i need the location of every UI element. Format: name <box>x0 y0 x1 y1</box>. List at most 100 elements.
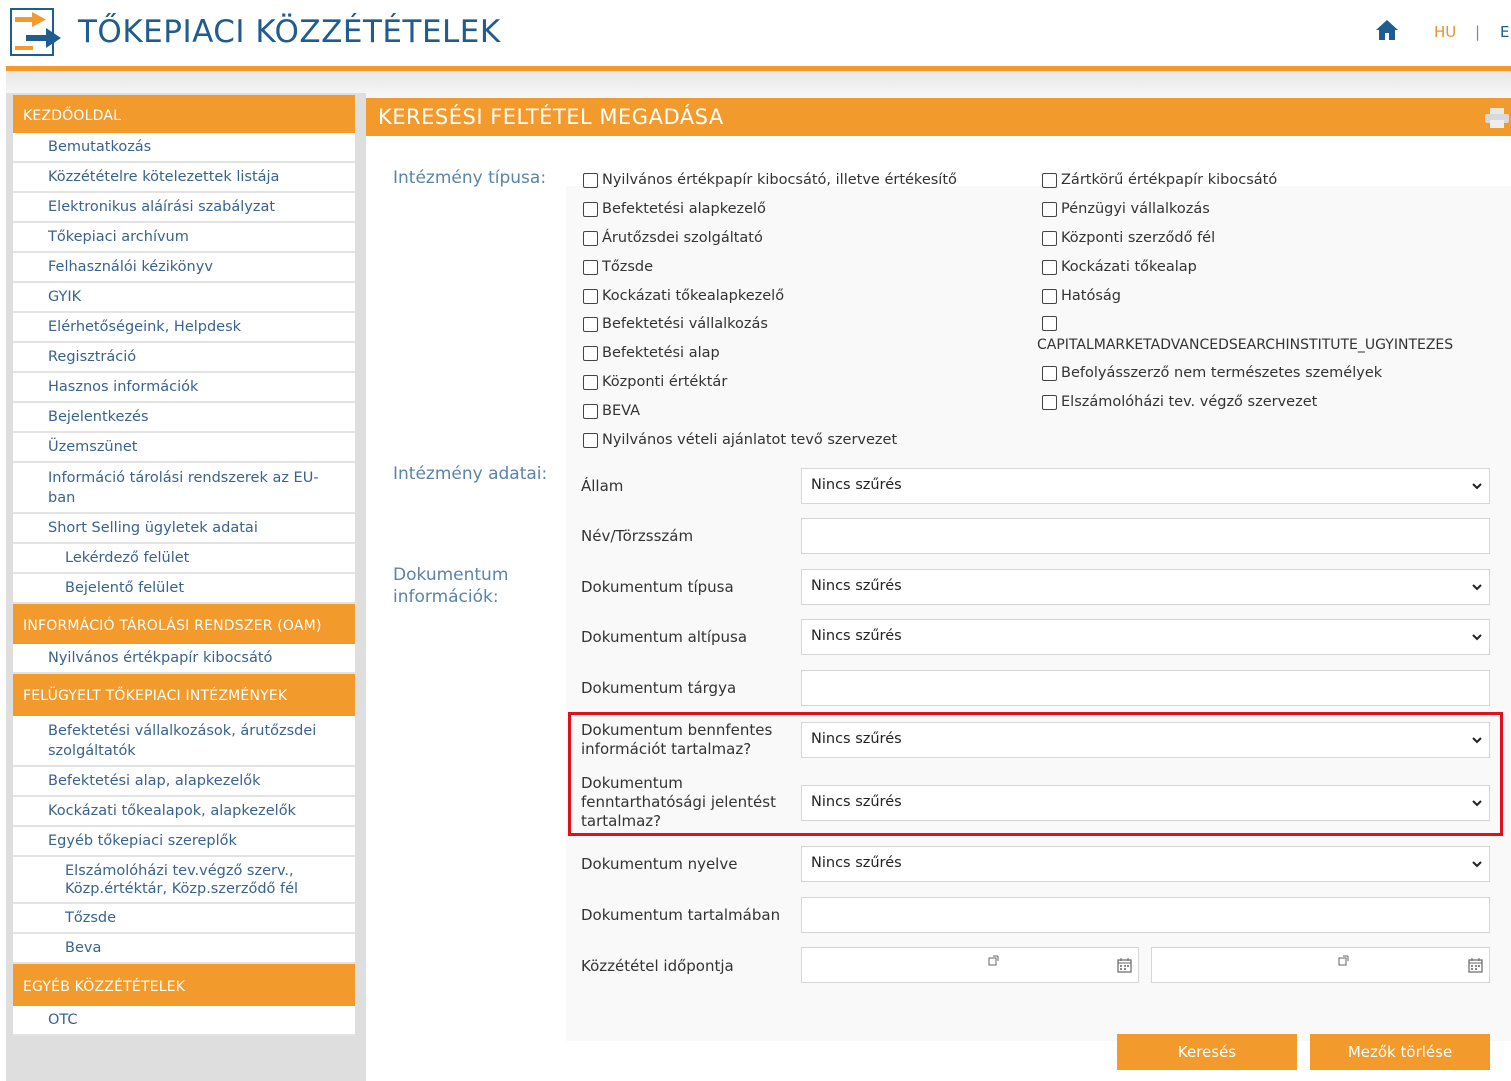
chevron-down-icon <box>1472 861 1482 868</box>
sidebar-item-gyik[interactable]: GYIK <box>13 283 355 313</box>
checkbox-row[interactable]: Zártkörű értékpapír kibocsátó <box>1042 172 1277 188</box>
printer-icon[interactable] <box>1484 107 1510 129</box>
dokumentum-targya-input[interactable] <box>801 670 1490 706</box>
field-label-tartalom: Dokumentum tartalmában <box>581 906 781 924</box>
checkbox[interactable] <box>1042 394 1057 410</box>
field-label-dok-altipus: Dokumentum altípusa <box>581 628 748 646</box>
sidebar-item-tozsde[interactable]: Tőzsde <box>13 904 355 934</box>
sidebar-section-egyeb[interactable]: EGYÉB KÖZZÉTÉTELEK <box>13 964 355 1006</box>
sidebar-item-eu-rendszerek[interactable]: Információ tárolási rendszerek az EU-ban <box>13 463 355 514</box>
chevron-down-icon <box>1472 584 1482 591</box>
checkbox-row[interactable]: Befolyásszerző nem természetes személyek <box>1042 365 1382 381</box>
checkbox[interactable] <box>1042 201 1057 217</box>
nev-torzsszam-input[interactable] <box>801 518 1490 554</box>
checkbox-row[interactable]: Hatóság <box>1042 288 1121 304</box>
sidebar-item-kotelezettek[interactable]: Közzétételre kötelezettek listája <box>13 163 355 193</box>
home-icon[interactable] <box>1375 18 1399 42</box>
checkbox-label: CAPITALMARKETADVANCEDSEARCHINSTITUTE_UGY… <box>1037 337 1454 353</box>
checkbox[interactable] <box>583 288 598 304</box>
language-en-link[interactable]: E <box>1500 23 1509 41</box>
checkbox-row[interactable]: Árutőzsdei szolgáltató <box>583 230 763 246</box>
allam-select[interactable]: Nincs szűrés <box>801 468 1490 504</box>
checkbox-row[interactable]: Nyilvános értékpapír kibocsátó, illetve … <box>583 172 957 188</box>
sidebar-item-uzemszunet[interactable]: Üzemszünet <box>13 433 355 463</box>
checkbox-row[interactable]: Központi szerződő fél <box>1042 230 1215 246</box>
sidebar-item-helpdesk[interactable]: Elérhetőségeink, Helpdesk <box>13 313 355 343</box>
sidebar-section-felugyelt[interactable]: FELÜGYELT TŐKEPIACI INTÉZMÉNYEK <box>13 674 355 716</box>
checkbox-row[interactable]: Pénzügyi vállalkozás <box>1042 201 1210 217</box>
sidebar-item-kezikonyv[interactable]: Felhasználói kézikönyv <box>13 253 355 283</box>
checkbox[interactable] <box>1042 259 1057 275</box>
checkbox-row[interactable]: Nyilvános vételi ajánlatot tevő szerveze… <box>583 432 897 448</box>
checkbox[interactable] <box>583 403 598 419</box>
checkbox-row[interactable]: BEVA <box>583 403 640 419</box>
language-hu-link[interactable]: HU <box>1434 23 1456 41</box>
checkbox[interactable] <box>1042 288 1057 304</box>
checkbox-label: Kockázati tőkealapkezelő <box>602 288 785 304</box>
field-label-nev: Név/Törzsszám <box>581 527 694 545</box>
checkbox-row[interactable]: Tőzsde <box>583 259 653 275</box>
sidebar-item-bejelentkezes[interactable]: Bejelentkezés <box>13 403 355 433</box>
field-label-idopont: Közzététel időpontja <box>581 957 734 975</box>
sidebar-item-egyeb-szereplok[interactable]: Egyéb tőkepiaci szereplők <box>13 827 355 857</box>
checkbox[interactable] <box>1042 172 1057 188</box>
field-label-dok-tipus: Dokumentum típusa <box>581 578 734 596</box>
checkbox-row[interactable]: Kockázati tőkealap <box>1042 259 1197 275</box>
date-from-input[interactable] <box>801 947 1139 983</box>
checkbox-row[interactable]: Kockázati tőkealapkezelő <box>583 288 784 304</box>
search-button[interactable]: Keresés <box>1117 1034 1297 1070</box>
checkbox[interactable] <box>583 432 598 448</box>
sidebar-item-short-selling[interactable]: Short Selling ügyletek adatai <box>13 514 355 544</box>
clear-date-icon[interactable] <box>1338 955 1349 966</box>
sidebar-item-archivum[interactable]: Tőkepiaci archívum <box>13 223 355 253</box>
select-value: Nincs szűrés <box>811 578 902 594</box>
sidebar-item-hasznos-informaciok[interactable]: Hasznos információk <box>13 373 355 403</box>
dokumentum-tartalmaban-input[interactable] <box>801 897 1490 933</box>
sidebar-item-bemutatkozas[interactable]: Bemutatkozás <box>13 133 355 163</box>
sidebar-item-lekerdezo-felulet[interactable]: Lekérdező felület <box>13 544 355 574</box>
field-label-nyelv: Dokumentum nyelve <box>581 855 738 873</box>
calendar-icon[interactable] <box>1117 958 1132 973</box>
sidebar-item-befektetesi-alap[interactable]: Befektetési alap, alapkezelők <box>13 767 355 797</box>
checkbox[interactable] <box>583 316 598 332</box>
checkbox[interactable] <box>1042 316 1057 331</box>
dokumentum-tipusa-select[interactable]: Nincs szűrés <box>801 569 1490 605</box>
sidebar-item-elszamolohazi[interactable]: Elszámolóházi tev.végző szerv., Közp.ért… <box>13 857 355 904</box>
checkbox-row[interactable]: Befektetési alap <box>583 345 720 361</box>
checkbox-row[interactable]: Központi értéktár <box>583 374 727 390</box>
sidebar-section-kezdooldal[interactable]: KEZDŐOLDAL <box>13 95 355 133</box>
checkbox[interactable] <box>583 345 598 361</box>
sidebar-menu: KEZDŐOLDAL Bemutatkozás Közzétételre köt… <box>13 95 355 1036</box>
checkbox-row[interactable]: Befektetési vállalkozás <box>583 316 768 332</box>
clear-fields-button[interactable]: Mezők törlése <box>1310 1034 1490 1070</box>
checkbox-row[interactable]: Befektetési alapkezelő <box>583 201 766 217</box>
calendar-icon[interactable] <box>1468 958 1483 973</box>
checkbox[interactable] <box>583 230 598 246</box>
checkbox-label: Tőzsde <box>602 259 654 275</box>
field-label-allam: Állam <box>581 477 624 495</box>
sidebar-item-nyilvanos-kibocsato[interactable]: Nyilvános értékpapír kibocsátó <box>13 644 355 674</box>
sidebar-item-otc[interactable]: OTC <box>13 1006 355 1036</box>
checkbox-label: Befektetési alap <box>602 345 720 361</box>
dokumentum-nyelve-select[interactable]: Nincs szűrés <box>801 846 1490 882</box>
checkbox[interactable] <box>1042 230 1057 246</box>
checkbox[interactable] <box>583 201 598 217</box>
date-to-input[interactable] <box>1151 947 1490 983</box>
arrows-document-logo[interactable] <box>10 8 62 58</box>
sidebar-item-bejelento-felulet[interactable]: Bejelentő felület <box>13 574 355 604</box>
clear-date-icon[interactable] <box>988 955 999 966</box>
checkbox[interactable] <box>583 172 598 188</box>
checkbox[interactable] <box>583 259 598 275</box>
checkbox-label: Nyilvános értékpapír kibocsátó, illetve … <box>602 172 957 188</box>
sidebar-item-beva[interactable]: Beva <box>13 934 355 964</box>
header-shadow <box>6 71 1511 93</box>
sidebar-item-kockazati-tokealapok[interactable]: Kockázati tőkealapok, alapkezelők <box>13 797 355 827</box>
sidebar-section-oam[interactable]: INFORMÁCIÓ TÁROLÁSI RENDSZER (OAM) <box>13 604 355 644</box>
sidebar-item-alairasi-szabalyzat[interactable]: Elektronikus aláírási szabályzat <box>13 193 355 223</box>
dokumentum-altipusa-select[interactable]: Nincs szűrés <box>801 619 1490 655</box>
checkbox[interactable] <box>583 374 598 390</box>
checkbox[interactable] <box>1042 365 1057 381</box>
sidebar-item-befektetesi-vallalkozasok[interactable]: Befektetési vállalkozások, árutőzsdei sz… <box>13 716 355 767</box>
sidebar-item-regisztracio[interactable]: Regisztráció <box>13 343 355 373</box>
checkbox-row[interactable]: Elszámolóházi tev. végző szervezet <box>1042 394 1317 410</box>
